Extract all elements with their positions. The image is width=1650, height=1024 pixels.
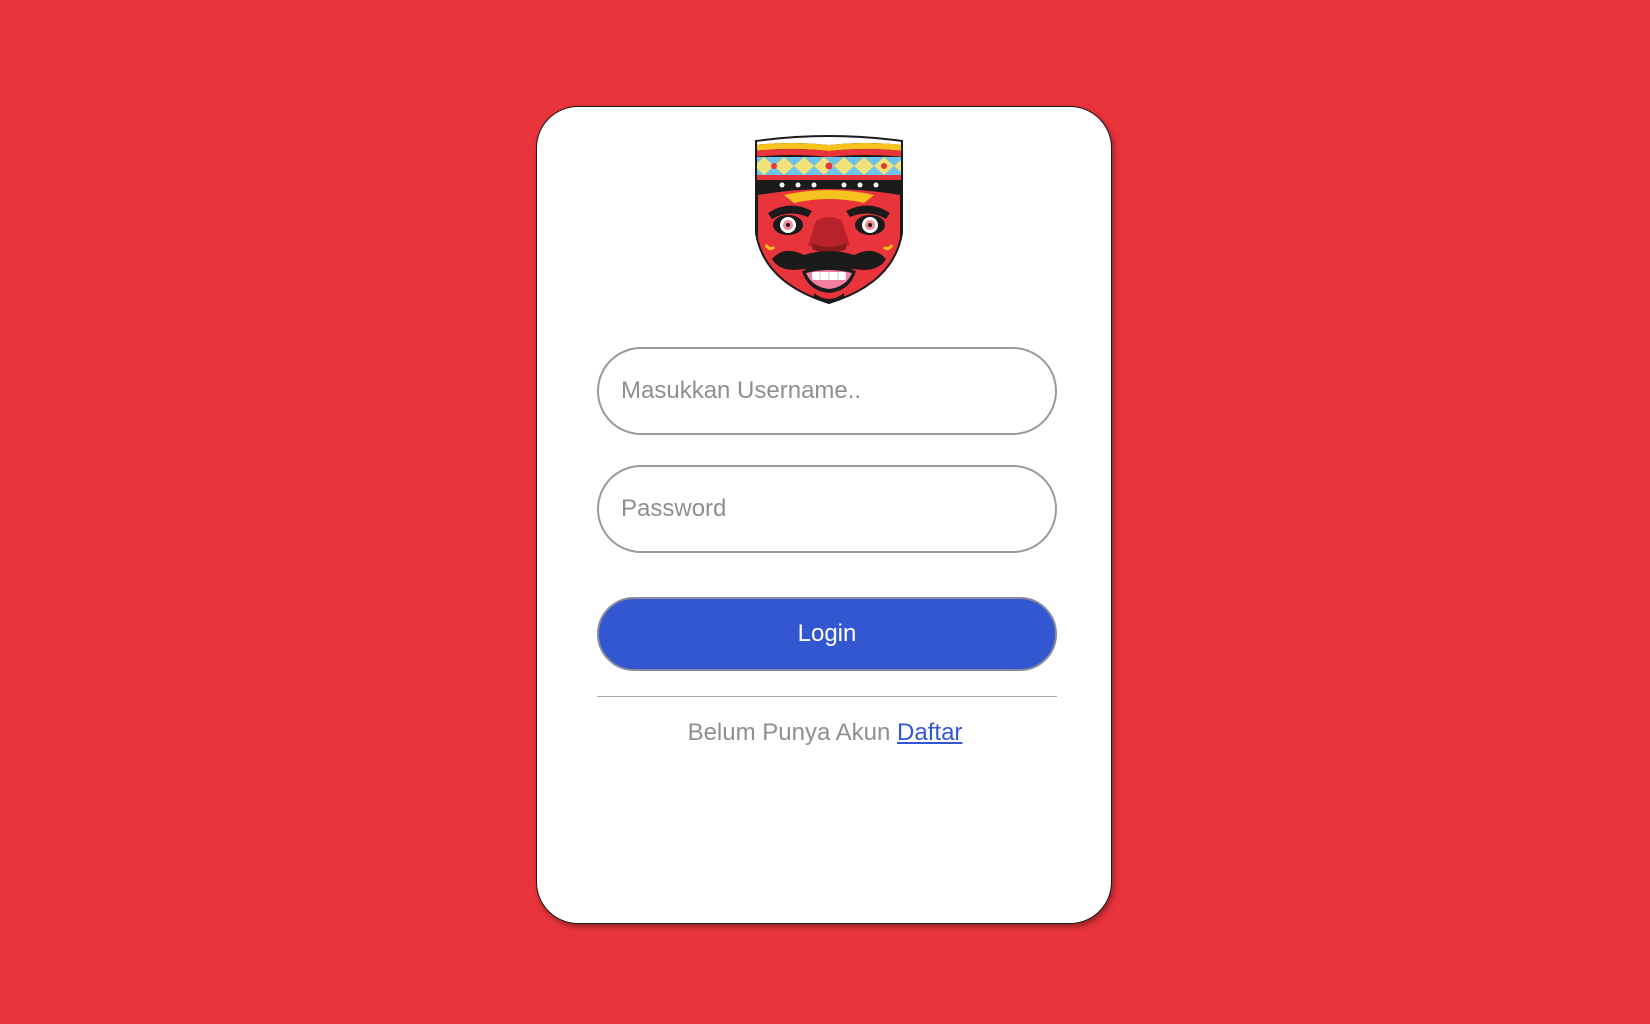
password-input[interactable]	[597, 465, 1057, 553]
wayang-mask-icon	[755, 135, 903, 305]
signup-link[interactable]: Daftar	[897, 719, 962, 746]
signup-row: Belum Punya Akun Daftar	[537, 719, 1113, 747]
username-input[interactable]	[597, 347, 1057, 435]
login-card: Login Belum Punya Akun Daftar	[536, 106, 1112, 924]
login-button[interactable]: Login	[597, 597, 1057, 671]
divider	[597, 696, 1057, 697]
signup-prompt: Belum Punya Akun	[687, 719, 891, 746]
